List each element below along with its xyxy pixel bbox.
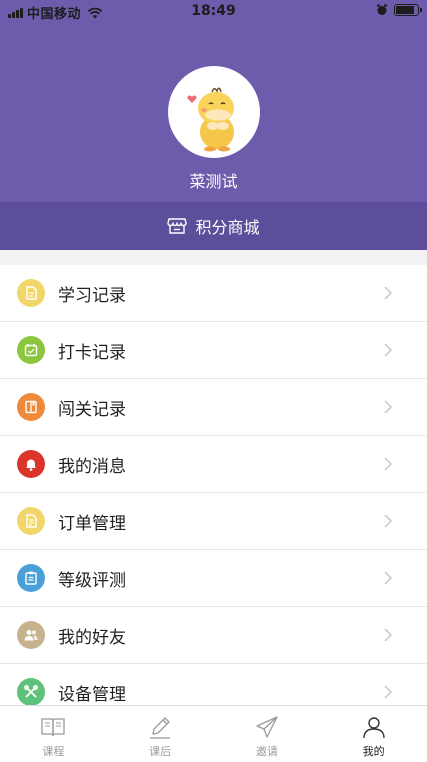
tab-invite[interactable]: 邀请 bbox=[214, 706, 321, 762]
bottom-tab-bar: 课程 课后 邀请 我的 bbox=[0, 705, 427, 762]
tab-after-class[interactable]: 课后 bbox=[107, 706, 214, 762]
status-time: 18:49 bbox=[191, 3, 236, 19]
tab-courses[interactable]: 课程 bbox=[0, 706, 107, 762]
battery-fill bbox=[396, 6, 414, 14]
battery-icon bbox=[394, 4, 422, 16]
store-icon bbox=[167, 218, 188, 234]
status-bar: 中国移动 18:49 bbox=[0, 0, 427, 24]
profile-header: 中国移动 18:49 菜测试 积分商城 bbox=[0, 0, 427, 250]
menu-item-label: 打卡记录 bbox=[58, 342, 126, 363]
chevron-right-icon bbox=[384, 286, 393, 300]
document-icon bbox=[26, 286, 37, 300]
chevron-right-icon bbox=[384, 457, 393, 471]
paper-plane-icon bbox=[256, 716, 278, 738]
clipboard-icon bbox=[25, 571, 37, 585]
tab-me[interactable]: 我的 bbox=[320, 706, 427, 762]
chevron-right-icon bbox=[384, 571, 393, 585]
open-book-icon bbox=[41, 718, 66, 737]
menu-item-order-management[interactable]: 订单管理 bbox=[0, 493, 427, 550]
menu-list: 学习记录 打卡记录 闯关记录 我的消息 订单管理 等级评测 我的好友 设备管理 bbox=[0, 265, 427, 721]
menu-icon-badge bbox=[17, 621, 45, 649]
user-icon bbox=[362, 717, 385, 739]
chevron-right-icon bbox=[384, 628, 393, 642]
duck-avatar-icon bbox=[187, 87, 234, 152]
menu-item-level-records[interactable]: 闯关记录 bbox=[0, 379, 427, 436]
menu-item-label: 设备管理 bbox=[58, 684, 126, 705]
menu-item-label: 我的好友 bbox=[58, 627, 126, 648]
book-icon bbox=[25, 400, 37, 414]
menu-icon-badge bbox=[17, 450, 45, 478]
menu-item-my-friends[interactable]: 我的好友 bbox=[0, 607, 427, 664]
points-mall-label: 积分商城 bbox=[195, 218, 260, 237]
tools-icon bbox=[24, 685, 38, 698]
chevron-right-icon bbox=[384, 343, 393, 357]
menu-icon-badge bbox=[17, 507, 45, 535]
bell-icon bbox=[26, 459, 36, 471]
menu-icon-badge bbox=[17, 336, 45, 364]
avatar[interactable] bbox=[168, 66, 260, 158]
username: 菜测试 bbox=[189, 172, 238, 191]
tab-label: 课程 bbox=[42, 745, 65, 758]
friends-icon bbox=[24, 630, 38, 641]
chevron-right-icon bbox=[384, 514, 393, 528]
pencil-icon bbox=[150, 717, 171, 739]
chevron-right-icon bbox=[384, 400, 393, 414]
tab-label: 我的 bbox=[362, 745, 385, 758]
menu-item-checkin-records[interactable]: 打卡记录 bbox=[0, 322, 427, 379]
calendar-check-icon bbox=[24, 344, 38, 357]
chevron-right-icon bbox=[384, 685, 393, 699]
section-divider bbox=[0, 250, 427, 265]
menu-item-label: 我的消息 bbox=[58, 456, 126, 477]
menu-item-label: 等级评测 bbox=[58, 570, 126, 591]
menu-item-label: 闯关记录 bbox=[58, 399, 126, 420]
menu-item-my-messages[interactable]: 我的消息 bbox=[0, 436, 427, 493]
menu-icon-badge bbox=[17, 279, 45, 307]
menu-icon-badge bbox=[17, 678, 45, 706]
receipt-icon bbox=[26, 514, 37, 528]
tab-label: 邀请 bbox=[255, 745, 278, 758]
menu-icon-badge bbox=[17, 393, 45, 421]
menu-item-level-assessment[interactable]: 等级评测 bbox=[0, 550, 427, 607]
alarm-icon bbox=[377, 4, 387, 15]
menu-icon-badge bbox=[17, 564, 45, 592]
status-right bbox=[376, 4, 422, 16]
menu-item-label: 订单管理 bbox=[58, 513, 126, 534]
tab-label: 课后 bbox=[149, 745, 172, 758]
menu-item-study-records[interactable]: 学习记录 bbox=[0, 265, 427, 322]
menu-item-label: 学习记录 bbox=[58, 285, 126, 306]
points-mall-button[interactable]: 积分商城 bbox=[0, 202, 427, 250]
